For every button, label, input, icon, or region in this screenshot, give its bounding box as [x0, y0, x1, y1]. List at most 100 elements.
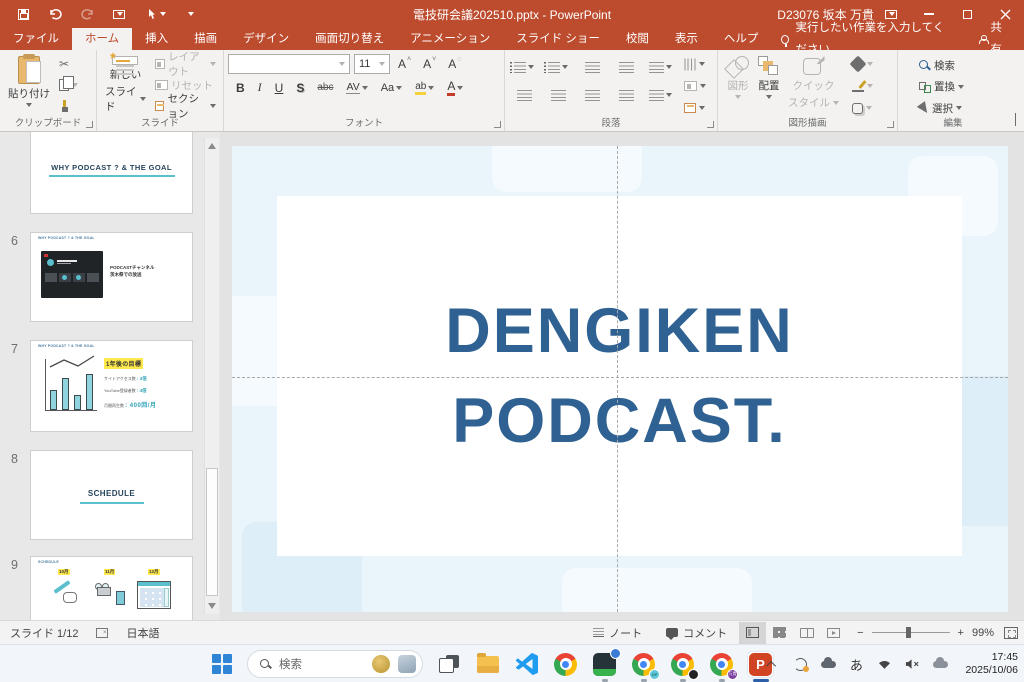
tab-transitions[interactable]: 画面切り替え — [302, 28, 397, 50]
hidden-icons-button[interactable] — [763, 655, 781, 673]
text-direction-button[interactable] — [681, 56, 709, 73]
text-shadow-button[interactable]: S — [296, 81, 304, 95]
replace-button[interactable]: 置換 — [916, 79, 967, 94]
paste-button[interactable]: 貼り付け — [4, 54, 54, 116]
taskbar-search-box[interactable]: 検索 — [247, 650, 423, 678]
layout-button[interactable]: レイアウト — [152, 54, 219, 74]
numbering-button[interactable] — [543, 57, 573, 77]
slide-sorter-view-button[interactable] — [766, 622, 793, 644]
search-highlight-icon-2[interactable] — [398, 655, 416, 673]
increase-indent-button[interactable] — [611, 57, 641, 77]
vscode-button[interactable] — [513, 651, 540, 678]
columns-button[interactable] — [645, 85, 675, 105]
justify-button[interactable] — [611, 85, 641, 105]
tab-home[interactable]: ホーム — [72, 28, 132, 50]
shape-fill-button[interactable] — [849, 56, 876, 72]
tab-draw[interactable]: 描画 — [181, 28, 230, 50]
app-with-badge-button[interactable] — [591, 651, 618, 678]
shapes-button[interactable]: 図形 — [722, 54, 754, 116]
paragraph-dialog-launcher[interactable] — [707, 121, 714, 128]
close-button[interactable] — [986, 0, 1024, 28]
tab-view[interactable]: 表示 — [662, 28, 711, 50]
scroll-up-icon[interactable] — [208, 143, 216, 149]
chrome-profile2-button[interactable] — [669, 651, 696, 678]
ime-mode-button[interactable]: あ — [847, 655, 865, 673]
redo-button[interactable] — [78, 5, 96, 23]
network-button[interactable] — [875, 655, 893, 673]
bullets-button[interactable] — [509, 57, 539, 77]
chrome-button[interactable] — [552, 651, 579, 678]
align-text-button[interactable] — [681, 78, 709, 95]
minimize-button[interactable] — [910, 0, 948, 28]
thumbnail-scrollbar[interactable] — [204, 138, 219, 614]
collapse-ribbon-button[interactable] — [1015, 114, 1016, 126]
slide-indicator[interactable]: スライド 1/12 — [10, 625, 78, 641]
align-center-button[interactable] — [543, 85, 573, 105]
clear-formatting-button[interactable]: A◌ — [444, 56, 465, 72]
slide-thumbnail-8[interactable]: SCHEDULE — [30, 450, 193, 540]
font-dialog-launcher[interactable] — [494, 121, 501, 128]
onedrive-button[interactable] — [819, 655, 837, 673]
file-explorer-button[interactable] — [474, 651, 501, 678]
save-button[interactable] — [14, 5, 32, 23]
font-size-combo[interactable]: 11 — [354, 54, 390, 74]
tab-animations[interactable]: アニメーション — [397, 28, 503, 50]
tab-slideshow[interactable]: スライド ショー — [503, 28, 613, 50]
zoom-slider[interactable] — [872, 632, 950, 633]
task-view-button[interactable] — [435, 651, 462, 678]
search-highlight-icon-1[interactable] — [372, 655, 390, 673]
volume-button[interactable] — [903, 655, 921, 673]
zoom-out-button[interactable]: − — [847, 627, 865, 639]
character-spacing-button[interactable]: AV — [346, 81, 367, 94]
shape-effects-button[interactable] — [849, 100, 876, 116]
sync-status-button[interactable] — [791, 655, 809, 673]
ribbon-display-options-button[interactable] — [872, 0, 910, 28]
arrange-button[interactable]: 配置 — [754, 54, 784, 116]
scrollbar-thumb[interactable] — [206, 468, 218, 596]
slide-title-line2[interactable]: PODCAST. — [452, 376, 787, 466]
display-settings-icon[interactable]: × — [96, 628, 108, 638]
chrome-profile3-button[interactable]: 万貴 — [708, 651, 735, 678]
scroll-down-icon[interactable] — [208, 603, 216, 609]
horizontal-guide[interactable] — [232, 377, 1008, 378]
tab-help[interactable]: ヘルプ — [711, 28, 772, 50]
share-button[interactable]: 共有 — [965, 28, 1024, 50]
maximize-button[interactable] — [948, 0, 986, 28]
normal-view-button[interactable] — [739, 622, 766, 644]
reading-view-button[interactable] — [793, 622, 820, 644]
slide-title-line1[interactable]: DENGIKEN — [445, 286, 794, 376]
shrink-font-button[interactable]: A˅ — [419, 56, 440, 72]
language-indicator[interactable]: 日本語 — [126, 625, 159, 641]
drawing-dialog-launcher[interactable] — [887, 121, 894, 128]
align-left-button[interactable] — [509, 85, 539, 105]
italic-button[interactable]: I — [258, 80, 262, 95]
select-button[interactable]: 選択 — [916, 101, 967, 116]
grow-font-button[interactable]: A˄ — [394, 56, 415, 72]
copy-button[interactable] — [56, 75, 81, 94]
font-color-button[interactable]: A — [447, 79, 463, 96]
slide-content-box[interactable]: DENGIKEN PODCAST. — [277, 196, 962, 556]
slideshow-view-button[interactable] — [820, 622, 847, 644]
find-button[interactable]: 検索 — [916, 58, 967, 73]
vertical-guide[interactable] — [617, 146, 618, 612]
tab-file[interactable]: ファイル — [0, 28, 72, 50]
clock[interactable]: 17:45 2025/10/06 — [965, 651, 1018, 677]
shape-outline-button[interactable] — [849, 78, 876, 94]
zoom-slider-thumb[interactable] — [906, 627, 911, 638]
convert-smartart-button[interactable] — [681, 99, 709, 116]
change-case-button[interactable]: Aa — [381, 82, 402, 94]
comments-button[interactable]: コメント — [654, 621, 739, 645]
new-slide-button[interactable]: 新しい スライド — [101, 54, 150, 116]
tell-me-box[interactable]: 実行したい作業を入力してください — [771, 28, 964, 50]
notes-button[interactable]: ノート — [581, 621, 654, 645]
undo-button[interactable] — [46, 5, 64, 23]
tab-insert[interactable]: 挿入 — [132, 28, 181, 50]
slide-thumbnail-7[interactable]: WHY PODCAST ? & THE GOAL 1年後の目標 サイトアクセス数… — [30, 340, 193, 432]
zoom-in-button[interactable]: + — [956, 627, 972, 639]
weather-cloud-button[interactable] — [931, 655, 949, 673]
fit-to-window-button[interactable] — [1004, 627, 1018, 639]
underline-button[interactable]: U — [275, 81, 284, 95]
section-button[interactable]: セクション — [152, 96, 219, 116]
bold-button[interactable]: B — [236, 81, 245, 95]
start-slideshow-button[interactable] — [110, 5, 128, 23]
